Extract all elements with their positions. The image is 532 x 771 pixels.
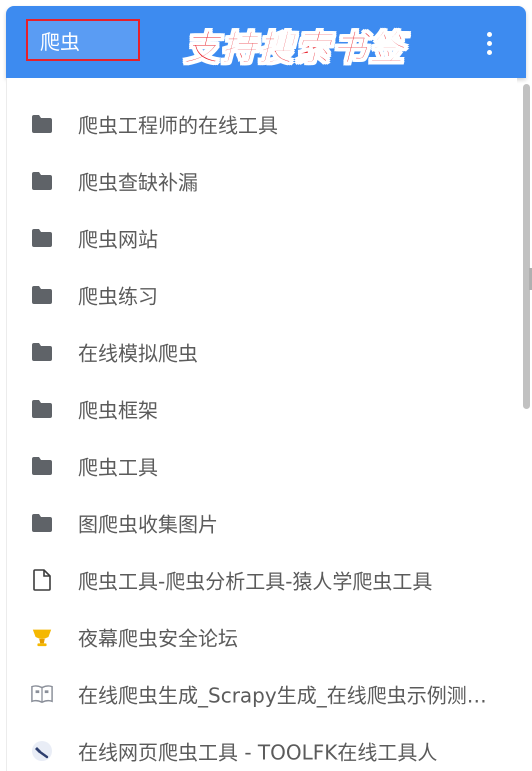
list-item[interactable]: 爬虫工具-爬虫分析工具-猿人学爬虫工具: [7, 551, 512, 608]
scrollbar-thumb[interactable]: [523, 84, 530, 409]
list-item-label: 在线爬虫生成_Scrapy生成_在线爬虫示例测试_极速在线: [78, 683, 488, 707]
search-box[interactable]: [26, 19, 140, 61]
list-item-label: 夜幕爬虫安全论坛: [78, 626, 238, 650]
book-favicon: [31, 683, 53, 705]
list-item-label: 爬虫查缺补漏: [78, 170, 198, 194]
folder-icon: [31, 455, 53, 477]
list-item[interactable]: 爬虫工程师的在线工具: [7, 95, 512, 152]
page-icon: [31, 568, 53, 591]
list-item-label: 爬虫网站: [78, 227, 158, 251]
folder-icon: [31, 113, 53, 135]
list-item[interactable]: 爬虫框架: [7, 380, 512, 437]
list-item[interactable]: 图爬虫收集图片: [7, 494, 512, 551]
more-vert-icon[interactable]: [472, 24, 506, 62]
bookmark-search-popup: 支持搜索书签 爬虫工程师的在线工具 爬虫查缺补漏 爬虫网站: [0, 0, 532, 771]
feature-banner: 支持搜索书签: [183, 29, 407, 70]
folder-icon: [31, 398, 53, 420]
list-item[interactable]: 在线爬虫生成_Scrapy生成_在线爬虫示例测试_极速在线: [7, 665, 512, 722]
header-bar: 支持搜索书签: [6, 6, 526, 78]
tool-favicon: [31, 740, 53, 762]
list-item-label: 爬虫框架: [78, 398, 158, 422]
list-item[interactable]: 爬虫工具: [7, 437, 512, 494]
list-item[interactable]: 在线网页爬虫工具 - TOOLFK在线工具人: [7, 722, 512, 771]
list-item-label: 爬虫工程师的在线工具: [78, 113, 278, 137]
list-item[interactable]: 在线模拟爬虫: [7, 323, 512, 380]
results-list: 爬虫工程师的在线工具 爬虫查缺补漏 爬虫网站 爬虫练习 在线模拟爬虫 爬虫框架 …: [6, 78, 517, 771]
search-input[interactable]: [28, 21, 138, 59]
list-item-label: 爬虫工具: [78, 455, 158, 479]
list-item[interactable]: 爬虫网站: [7, 209, 512, 266]
list-item-label: 在线网页爬虫工具 - TOOLFK在线工具人: [78, 740, 438, 764]
folder-icon: [31, 512, 53, 534]
list-item-label: 在线模拟爬虫: [78, 341, 198, 365]
list-item-label: 爬虫练习: [78, 284, 158, 308]
list-item[interactable]: 爬虫查缺补漏: [7, 152, 512, 209]
folder-icon: [31, 227, 53, 249]
list-item[interactable]: 爬虫练习: [7, 266, 512, 323]
folder-icon: [31, 170, 53, 192]
list-item-label: 爬虫工具-爬虫分析工具-猿人学爬虫工具: [78, 569, 433, 593]
trophy-favicon: [31, 626, 53, 648]
folder-icon: [31, 284, 53, 306]
list-item-label: 图爬虫收集图片: [78, 512, 218, 536]
folder-icon: [31, 341, 53, 363]
list-item[interactable]: 夜幕爬虫安全论坛: [7, 608, 512, 665]
